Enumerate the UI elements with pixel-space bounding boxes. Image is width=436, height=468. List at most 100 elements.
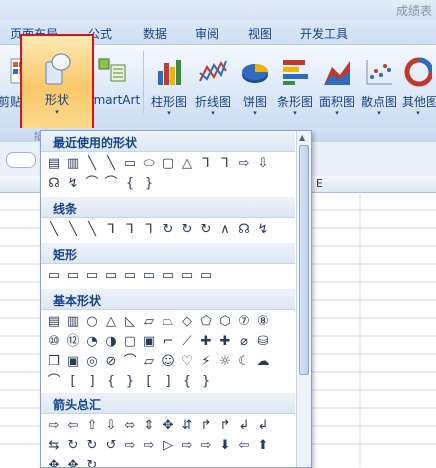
shape-option-icon[interactable]: ↲ <box>254 417 272 435</box>
name-box[interactable] <box>6 152 36 168</box>
shape-option-icon[interactable]: ⑩ <box>45 333 63 351</box>
shape-option-icon[interactable]: ☊ <box>235 221 253 239</box>
line-chart-button[interactable]: 折线图 ▾ <box>190 49 236 125</box>
shape-option-icon[interactable]: ⬇ <box>216 437 234 455</box>
shape-option-icon[interactable]: ⅂ <box>197 155 215 173</box>
shape-option-icon[interactable]: ⇨ <box>178 437 196 455</box>
shape-option-icon[interactable]: ∧ <box>216 221 234 239</box>
bar-chart-button[interactable]: 条形图 ▾ <box>274 49 316 125</box>
tab-review[interactable]: 审阅 <box>195 25 219 42</box>
shape-option-icon[interactable]: ◺ <box>121 313 139 331</box>
shape-option-icon[interactable]: ⅂ <box>102 221 120 239</box>
pie-chart-button[interactable]: 饼图 ▾ <box>236 49 274 125</box>
shape-option-icon[interactable]: ↻ <box>83 457 101 467</box>
shape-option-icon[interactable]: ◇ <box>178 313 196 331</box>
shape-option-icon[interactable]: } <box>140 175 158 193</box>
shape-option-icon[interactable]: ☾ <box>235 353 253 371</box>
shape-option-icon[interactable]: ⅂ <box>216 155 234 173</box>
shape-option-icon[interactable]: ✚ <box>197 333 215 351</box>
shape-option-icon[interactable]: ╲ <box>102 155 120 173</box>
shape-option-icon[interactable]: ⊘ <box>102 353 120 371</box>
shape-option-icon[interactable]: ▭ <box>102 267 120 285</box>
shape-option-icon[interactable]: ✥ <box>64 457 82 467</box>
shape-option-icon[interactable]: } <box>197 373 215 391</box>
shape-option-icon[interactable]: ▭ <box>83 267 101 285</box>
shape-option-icon[interactable]: { <box>102 373 120 391</box>
shape-option-icon[interactable]: ↯ <box>254 221 272 239</box>
shape-option-icon[interactable]: { <box>178 373 196 391</box>
gallery-scrollbar[interactable]: ▲ <box>296 131 311 467</box>
shape-option-icon[interactable]: ⇕ <box>140 417 158 435</box>
shape-option-icon[interactable]: [ <box>64 373 82 391</box>
tab-data[interactable]: 数据 <box>143 25 167 42</box>
shape-option-icon[interactable]: ⏢ <box>159 313 177 331</box>
shape-option-icon[interactable]: ⌐ <box>159 333 177 351</box>
shape-option-icon[interactable]: ▭ <box>45 267 63 285</box>
shape-option-icon[interactable]: ↻ <box>178 221 196 239</box>
shape-option-icon[interactable]: ⬠ <box>197 313 215 331</box>
shape-option-icon[interactable]: ↲ <box>235 417 253 435</box>
shape-option-icon[interactable]: ⚡ <box>197 353 215 371</box>
shape-option-icon[interactable]: ⑫ <box>64 333 82 351</box>
shape-option-icon[interactable]: ↻ <box>64 437 82 455</box>
shape-option-icon[interactable]: ⅂ <box>121 221 139 239</box>
shape-option-icon[interactable]: { <box>121 175 139 193</box>
shape-option-icon[interactable]: ⇨ <box>121 437 139 455</box>
shape-option-icon[interactable]: ☺ <box>159 353 177 371</box>
shape-option-icon[interactable]: ▭ <box>121 155 139 173</box>
shape-option-icon[interactable]: ⇨ <box>235 155 253 173</box>
shape-option-icon[interactable]: ⬡ <box>216 313 234 331</box>
shape-option-icon[interactable]: ▭ <box>121 267 139 285</box>
shape-option-icon[interactable]: ⛁ <box>254 333 272 351</box>
shape-option-icon[interactable]: ◑ <box>102 333 120 351</box>
shape-option-icon[interactable]: ╲ <box>83 155 101 173</box>
shape-option-icon[interactable]: ▤ <box>45 155 63 173</box>
tab-developer[interactable]: 开发工具 <box>300 25 348 42</box>
shape-option-icon[interactable]: ✥ <box>159 417 177 435</box>
tab-view[interactable]: 视图 <box>248 25 272 42</box>
shape-option-icon[interactable]: ╲ <box>64 221 82 239</box>
shape-option-icon[interactable]: ❒ <box>45 353 63 371</box>
shape-option-icon[interactable]: ○ <box>83 313 101 331</box>
shape-option-icon[interactable]: ▭ <box>140 267 158 285</box>
shape-option-icon[interactable]: ⬭ <box>140 155 158 173</box>
shape-option-icon[interactable]: ⌀ <box>235 333 253 351</box>
shape-option-icon[interactable]: ✥ <box>45 457 63 467</box>
shape-option-icon[interactable]: ⌒ <box>121 353 139 371</box>
shape-option-icon[interactable]: } <box>121 373 139 391</box>
shape-option-icon[interactable]: ⇦ <box>235 437 253 455</box>
column-header-e[interactable]: E <box>316 177 323 190</box>
shape-option-icon[interactable]: ◔ <box>83 333 101 351</box>
shape-option-icon[interactable]: ⑧ <box>254 313 272 331</box>
shape-option-icon[interactable]: ⑦ <box>235 313 253 331</box>
shape-option-icon[interactable]: ▭ <box>159 267 177 285</box>
shape-option-icon[interactable]: ↻ <box>83 437 101 455</box>
shape-option-icon[interactable]: ♡ <box>178 353 196 371</box>
shape-option-icon[interactable]: ☊ <box>45 175 63 193</box>
shape-option-icon[interactable]: ▱ <box>140 313 158 331</box>
shape-option-icon[interactable]: ▭ <box>197 267 215 285</box>
shape-option-icon[interactable]: ⌒ <box>45 373 63 391</box>
shape-option-icon[interactable]: ↻ <box>159 221 177 239</box>
shape-option-icon[interactable]: △ <box>178 155 196 173</box>
shape-option-icon[interactable]: ▭ <box>178 267 196 285</box>
shape-option-icon[interactable]: ↯ <box>64 175 82 193</box>
shape-option-icon[interactable]: ╲ <box>83 221 101 239</box>
shape-option-icon[interactable]: ↱ <box>197 417 215 435</box>
shapes-gallery[interactable]: 最近使用的形状 ▤ ▥ ╲ ╲ ▭ ⬭ ▢ △ ⅂ ⅂ ⇨ ⇩ ☊ ↯ ⌒ ⌒{} 线条 ╲ ╲ ╲ ⅂ ⅂ ⅂ ↻ ↻ ↻… <box>40 130 312 468</box>
shape-option-icon[interactable]: ⟋ <box>178 333 196 351</box>
shape-option-icon[interactable]: ▥ <box>64 155 82 173</box>
shape-option-icon[interactable]: ▱ <box>140 353 158 371</box>
shape-option-icon[interactable]: ⇵ <box>178 417 196 435</box>
other-charts-button[interactable]: 其他图 ▾ <box>400 49 436 125</box>
shape-option-icon[interactable]: ⇩ <box>254 155 272 173</box>
shape-option-icon[interactable]: ☁ <box>254 353 272 371</box>
shape-option-icon[interactable]: ⇩ <box>102 417 120 435</box>
shape-option-icon[interactable]: ↱ <box>216 417 234 435</box>
shape-option-icon[interactable]: ⇦ <box>64 417 82 435</box>
shape-option-icon[interactable]: ] <box>83 373 101 391</box>
shape-option-icon[interactable]: ⅂ <box>140 221 158 239</box>
shape-option-icon[interactable]: △ <box>102 313 120 331</box>
shape-option-icon[interactable]: ╲ <box>45 221 63 239</box>
shape-option-icon[interactable]: ⇨ <box>140 437 158 455</box>
